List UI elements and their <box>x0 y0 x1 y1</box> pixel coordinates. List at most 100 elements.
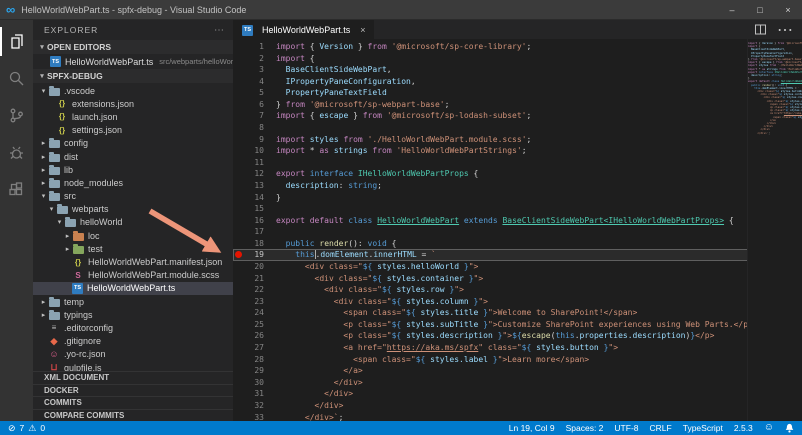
breakpoint-margin[interactable] <box>233 377 244 389</box>
code-line[interactable]: 13 description: string; <box>233 180 748 192</box>
minimap[interactable]: import { Version } from '@microsoft/sp-c… <box>748 39 802 421</box>
tree-item-lib[interactable]: ▸ lib <box>33 163 233 176</box>
code-line[interactable]: 31 </div> <box>233 388 748 400</box>
activity-extensions[interactable] <box>0 171 33 208</box>
breakpoint-margin[interactable] <box>233 64 244 76</box>
tree-item-helloworldwebpart.manifest.json[interactable]: {} HelloWorldWebPart.manifest.json <box>33 255 233 268</box>
breakpoint-margin[interactable] <box>233 192 244 204</box>
code-line[interactable]: 23 <div class="${ styles.column }"> <box>233 296 748 308</box>
code-line[interactable]: 10 import * as strings from 'HelloWorldWe… <box>233 145 748 157</box>
activity-explorer[interactable] <box>0 23 33 60</box>
code-line[interactable]: 7 import { escape } from '@microsoft/sp-l… <box>233 110 748 122</box>
breakpoint-margin[interactable] <box>233 226 244 238</box>
breakpoint-margin[interactable] <box>233 157 244 169</box>
breakpoint-margin[interactable] <box>233 342 244 354</box>
code-line[interactable]: 18 public render(): void { <box>233 238 748 250</box>
breakpoint-margin[interactable] <box>233 284 244 296</box>
tree-item-test[interactable]: ▸ test <box>33 242 233 255</box>
tab-helloworldwebpart-ts[interactable]: TS HelloWorldWebPart.ts × <box>233 20 375 39</box>
code-line[interactable]: 22 <div class="${ styles.row }"> <box>233 284 748 296</box>
code-line[interactable]: 3 BaseClientSideWebPart, <box>233 64 748 76</box>
code-line[interactable]: 8 <box>233 122 748 134</box>
breakpoint-margin[interactable] <box>233 249 244 261</box>
status-item[interactable]: TypeScript <box>683 423 723 433</box>
code-line[interactable]: 15 <box>233 203 748 215</box>
breakpoint-margin[interactable] <box>233 145 244 157</box>
status-item[interactable]: 2.5.3 <box>734 423 753 433</box>
code-line[interactable]: 29 </a> <box>233 365 748 377</box>
maximize-button[interactable]: □ <box>746 0 774 20</box>
breakpoint-margin[interactable] <box>233 319 244 331</box>
close-button[interactable]: × <box>774 0 802 20</box>
code-editor[interactable]: 1 import { Version } from '@microsoft/sp-… <box>233 39 802 421</box>
code-line[interactable]: 14} <box>233 192 748 204</box>
code-line[interactable]: 5 PropertyPaneTextField <box>233 87 748 99</box>
code-line[interactable]: 30 </div> <box>233 377 748 389</box>
code-line[interactable]: 1 import { Version } from '@microsoft/sp-… <box>233 41 748 53</box>
breakpoint-margin[interactable] <box>233 53 244 65</box>
tree-item-helloworldwebpart.ts[interactable]: TS HelloWorldWebPart.ts <box>33 281 233 295</box>
code-line[interactable]: 28 <span class="${ styles.label }">Learn… <box>233 354 748 366</box>
activity-debug[interactable] <box>0 134 33 171</box>
tree-item-typings[interactable]: ▸ typings <box>33 308 233 321</box>
activity-search[interactable] <box>0 60 33 97</box>
tree-item-.yo-rc.json[interactable]: ☺ .yo-rc.json <box>33 348 233 361</box>
breakpoint-margin[interactable] <box>233 330 244 342</box>
section-header-commits[interactable]: COMMITS <box>33 396 233 409</box>
breakpoint-margin[interactable] <box>233 168 244 180</box>
tree-item-temp[interactable]: ▸ temp <box>33 295 233 308</box>
status-item[interactable]: CRLF <box>650 423 672 433</box>
code-line[interactable]: 25 <p class="${ styles.subTitle }">Custo… <box>233 319 748 331</box>
breakpoint-margin[interactable] <box>233 261 244 273</box>
code-line[interactable]: 32 </div> <box>233 400 748 412</box>
code-line[interactable]: 6} from '@microsoft/sp-webpart-base'; <box>233 99 748 111</box>
tree-item-webparts[interactable]: ▾ webparts <box>33 203 233 216</box>
close-icon[interactable]: × <box>360 25 365 35</box>
more-actions-icon[interactable]: ⋯ <box>777 20 793 40</box>
tree-item-extensions.json[interactable]: {} extensions.json <box>33 97 233 110</box>
feedback-smiley-icon[interactable]: ☺ <box>764 423 774 433</box>
breakpoint-margin[interactable] <box>233 110 244 122</box>
code-line[interactable]: 2 import { <box>233 53 748 65</box>
breakpoint-margin[interactable] <box>233 273 244 285</box>
notification-bell-icon[interactable] <box>785 423 794 433</box>
breakpoint-margin[interactable] <box>233 134 244 146</box>
breakpoint-margin[interactable] <box>233 215 244 227</box>
tree-item-node_modules[interactable]: ▸ node_modules <box>33 176 233 189</box>
code-line[interactable]: 17 <box>233 226 748 238</box>
code-line[interactable]: 33 </div>`; <box>233 412 748 422</box>
tree-item-launch.json[interactable]: {} launch.json <box>33 110 233 123</box>
breakpoint-margin[interactable] <box>233 400 244 412</box>
workspace-header[interactable]: ▾ SPFX-DEBUG <box>33 69 233 83</box>
section-header-compare-commits[interactable]: COMPARE COMMITS <box>33 408 233 422</box>
status-item[interactable]: Spaces: 2 <box>566 423 604 433</box>
code-line[interactable]: 11 <box>233 157 748 169</box>
minimize-button[interactable]: – <box>718 0 746 20</box>
code-line[interactable]: 20 <div class="${ styles.helloWorld }"> <box>233 261 748 273</box>
breakpoint-margin[interactable] <box>233 87 244 99</box>
tree-item-dist[interactable]: ▸ dist <box>33 150 233 163</box>
tree-item-.editorconfig[interactable]: ≡ .editorconfig <box>33 321 233 334</box>
breakpoint-margin[interactable] <box>233 180 244 192</box>
tree-item-helloworld[interactable]: ▾ helloWorld <box>33 216 233 229</box>
code-line[interactable]: 24 <span class="${ styles.title }">Welco… <box>233 307 748 319</box>
code-line[interactable]: 4 IPropertyPaneConfiguration, <box>233 76 748 88</box>
breakpoint-margin[interactable] <box>233 122 244 134</box>
problems-indicator[interactable]: ⊘ 7 ⚠ 0 <box>8 423 45 434</box>
tree-item-.vscode[interactable]: ▾ .vscode <box>33 84 233 97</box>
breakpoint-margin[interactable] <box>233 76 244 88</box>
breakpoint-margin[interactable] <box>233 412 244 422</box>
code-line[interactable]: 27 <a href="https://aka.ms/spfx" class="… <box>233 342 748 354</box>
activity-source-control[interactable] <box>0 97 33 134</box>
breakpoint-margin[interactable] <box>233 365 244 377</box>
section-header-docker[interactable]: DOCKER <box>33 383 233 397</box>
code-line[interactable]: 21 <div class="${ styles.container }"> <box>233 273 748 285</box>
section-header-xml-document[interactable]: XML DOCUMENT <box>33 371 233 384</box>
breakpoint-margin[interactable] <box>233 203 244 215</box>
breakpoint-margin[interactable] <box>233 99 244 111</box>
breakpoint-margin[interactable] <box>233 388 244 400</box>
tree-item-config[interactable]: ▸ config <box>33 137 233 150</box>
status-item[interactable]: UTF-8 <box>614 423 638 433</box>
open-editor-item[interactable]: TS HelloWorldWebPart.ts src/webparts/hello… <box>33 54 233 69</box>
code-line[interactable]: 19 this.domElement.innerHTML = ` <box>233 249 748 261</box>
